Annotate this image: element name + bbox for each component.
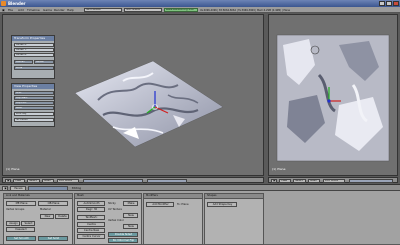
- clip-end-field[interactable]: Clip End:: [14, 101, 54, 105]
- draw-toolbar[interactable]: [349, 179, 393, 183]
- make-sticky-button[interactable]: Make: [123, 201, 138, 206]
- clip-start-field[interactable]: Clip Start:: [14, 96, 54, 100]
- lens-field[interactable]: Lens:: [14, 106, 54, 110]
- menu-mesh[interactable]: Mesh: [42, 179, 54, 183]
- editing-label: Editing: [72, 186, 82, 190]
- menu-game[interactable]: Game: [43, 8, 52, 12]
- material-label: Material: [40, 208, 51, 211]
- no-vnormal-flip-toggle[interactable]: No V.Normal Flip: [108, 238, 138, 243]
- panel-title: Link and Materials: [4, 194, 72, 199]
- axis-z-icon[interactable]: [327, 99, 331, 103]
- transform-properties-panel: Transform Properties Vertex X: Vertex Y:…: [11, 35, 55, 79]
- window-title: Blender: [8, 1, 26, 6]
- lock-object-field[interactable]: Lock Obj: [14, 112, 54, 116]
- modifier-target-label: To: Plane: [177, 203, 189, 206]
- object-name-field[interactable]: OB:Plane: [38, 201, 68, 206]
- 3d-cursor-field[interactable]: 3D Cursor: [14, 118, 54, 122]
- menu-mesh[interactable]: Mesh: [308, 179, 320, 183]
- mesh-name-field[interactable]: ME:Plane: [6, 201, 36, 206]
- panel-title: View Properties: [12, 84, 54, 89]
- menu-select[interactable]: Select: [293, 179, 306, 183]
- link-materials-panel: Link and Materials ME:Plane OB:Plane Ver…: [3, 193, 73, 245]
- menu-bar: ▣ File Add Timeline Game Render Help SR:…: [0, 7, 400, 13]
- new-vcol-button[interactable]: New: [123, 224, 138, 229]
- menu-select[interactable]: Select: [27, 179, 40, 183]
- sticky-label: Sticky: [108, 202, 116, 205]
- deselect-button[interactable]: Deselect: [6, 227, 35, 232]
- context-tabs[interactable]: [28, 185, 68, 191]
- vertex-groups-label: Vertex Groups: [6, 208, 25, 211]
- menu-render[interactable]: Render: [54, 8, 65, 12]
- shapes-panel: Shapes Add Shape Key: [204, 193, 264, 245]
- maximize-button[interactable]: [386, 1, 392, 6]
- delete-material-button[interactable]: Delete: [55, 214, 69, 219]
- panel-title: Shapes: [205, 194, 263, 199]
- panels-menu[interactable]: Panels: [10, 185, 26, 191]
- editor-type-icon[interactable]: ▣: [2, 185, 8, 191]
- menu-add[interactable]: Add: [18, 8, 24, 12]
- layer-buttons[interactable]: [147, 179, 187, 183]
- blender-logo-icon: [1, 1, 6, 6]
- viewport-left[interactable]: (1) Plane Transform Properties Vertex X:…: [2, 14, 264, 176]
- add-shape-key-button[interactable]: Add Shape Key: [207, 202, 237, 207]
- assign-button[interactable]: Assign: [6, 221, 20, 226]
- mode-select[interactable]: Edit Mode: [57, 179, 79, 183]
- degree-field[interactable]: Degr: 30: [77, 207, 105, 212]
- viewport-left-header: ▣ View Select Mesh Edit Mode: [2, 177, 264, 183]
- panel-title: Transform Properties: [12, 36, 54, 41]
- scene-stats: Ve:4096-4096 | Ed:8064-8064 | Fa:3969-39…: [200, 8, 290, 12]
- new-uv-button[interactable]: New: [123, 213, 138, 218]
- buttons-window: ▣ Panels Editing Link and Materials ME:P…: [0, 184, 400, 245]
- menu-view[interactable]: View: [279, 179, 291, 183]
- modifiers-panel: Modifiers Add Modifier To: Plane: [143, 193, 203, 245]
- vertex-z-field[interactable]: Vertex Z:: [14, 53, 54, 57]
- minimize-button[interactable]: [379, 1, 385, 6]
- select-button[interactable]: Select: [21, 221, 35, 226]
- terrain-mesh-top: [276, 34, 390, 162]
- panel-title: Modifiers: [144, 194, 202, 199]
- texmesh-field[interactable]: TexMesh:: [77, 215, 105, 220]
- mode-select[interactable]: Edit Mode: [323, 179, 345, 183]
- add-modifier-button[interactable]: Add Modifier: [146, 202, 174, 207]
- local-toggle[interactable]: Local: [14, 66, 54, 70]
- centre-cursor-button[interactable]: Centre Cursor: [77, 234, 105, 239]
- view-properties-panel: View Properties Grid: Clip Start: Clip E…: [11, 83, 55, 127]
- grid-field[interactable]: Grid:: [14, 91, 54, 95]
- set-smooth-button[interactable]: Set Smooth: [6, 236, 36, 241]
- viewport-right-header: ▣ View Select Mesh Edit Mode: [268, 177, 398, 183]
- editor-type-icon[interactable]: ▣: [5, 179, 11, 183]
- mesh-panel: Mesh AutoSmooth Degr: 30 Sticky Make UV …: [74, 193, 142, 245]
- panel-title: Mesh: [75, 194, 141, 199]
- centre-button[interactable]: Centre: [77, 222, 105, 227]
- set-solid-button[interactable]: Set Solid: [38, 236, 68, 241]
- close-button[interactable]: [393, 1, 399, 6]
- editor-type-icon[interactable]: ▣: [271, 179, 277, 183]
- vertex-y-field[interactable]: Vertex Y:: [14, 48, 54, 52]
- autosmooth-toggle[interactable]: AutoSmooth: [77, 201, 105, 206]
- median-toggle[interactable]: Median: [14, 60, 33, 64]
- uv-texture-label: UV Texture: [108, 208, 122, 211]
- scene-select[interactable]: SCE:Scene: [124, 8, 162, 12]
- draw-toolbar[interactable]: [83, 179, 143, 183]
- object-label: (1) Plane: [6, 167, 20, 171]
- global-toggle[interactable]: Global: [34, 60, 54, 64]
- object-label: (1) Plane: [272, 167, 286, 171]
- vertex-color-label: Vertex Color: [108, 219, 124, 222]
- vertex-x-field[interactable]: Vertex X:: [14, 43, 54, 47]
- editor-type-icon[interactable]: ▣: [2, 8, 5, 12]
- menu-timeline[interactable]: Timeline: [27, 8, 40, 12]
- title-bar: Blender: [0, 0, 400, 7]
- screen-select[interactable]: SR:2-Model: [84, 8, 122, 12]
- menu-view[interactable]: View: [13, 179, 25, 183]
- double-sided-toggle[interactable]: Double Sided: [108, 232, 138, 237]
- buttons-header: ▣ Panels Editing: [0, 185, 400, 191]
- menu-help[interactable]: Help: [67, 8, 74, 12]
- viewport-right[interactable]: (1) Plane: [268, 14, 398, 176]
- menu-file[interactable]: File: [8, 8, 13, 12]
- version-link[interactable]: www.blender.org 248: [164, 8, 198, 12]
- new-material-button[interactable]: New: [40, 214, 54, 219]
- centre-new-button[interactable]: Centre New: [77, 228, 105, 233]
